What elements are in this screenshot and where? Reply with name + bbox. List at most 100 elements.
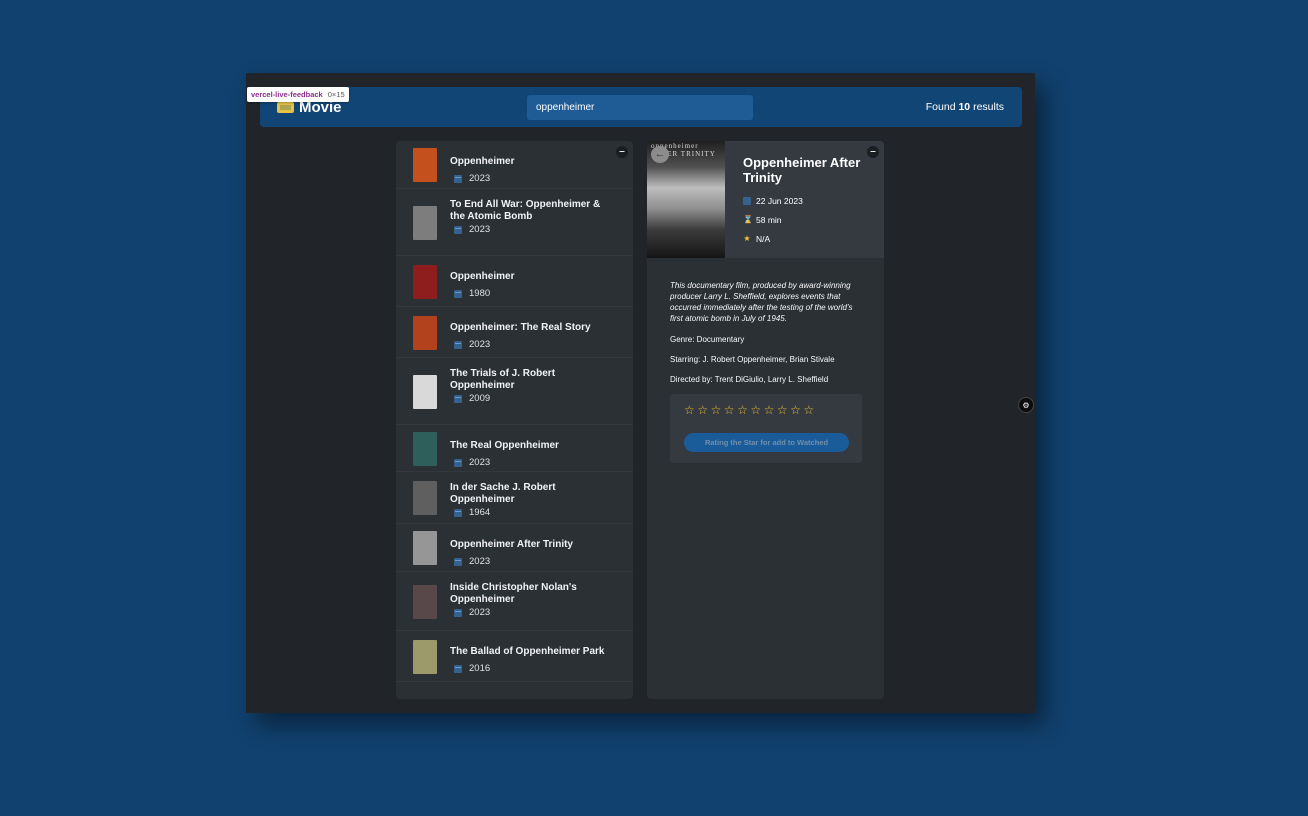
runtime: ⌛ 58 min (743, 215, 782, 225)
runtime-text: 58 min (756, 215, 782, 225)
rating-star-icon[interactable]: ☆ (790, 404, 801, 416)
movie-title: The Real Oppenheimer (450, 440, 559, 451)
movie-title: To End All War: Oppenheimer & the Atomic… (450, 199, 601, 222)
calendar-icon (454, 458, 462, 467)
movie-year-text: 2023 (469, 607, 491, 618)
debug-tag-name: vercel-live-feedback (251, 90, 323, 99)
calendar-icon (454, 289, 462, 298)
movie-poster (413, 639, 437, 674)
calendar-icon (454, 340, 462, 349)
debug-tag: vercel-live-feedback 0×15 (247, 87, 349, 102)
movie-year-text: 2009 (469, 393, 491, 404)
calendar-icon (454, 557, 462, 566)
star-rating: ☆ ☆ ☆ ☆ ☆ ☆ ☆ ☆ ☆ ☆ (684, 404, 814, 416)
movie-year: 2023 (450, 457, 490, 468)
movie-year: 2023 (450, 607, 490, 618)
movie-year: 2023 (450, 224, 490, 235)
calendar-icon (454, 508, 462, 517)
movie-title: The Ballad of Oppenheimer Park (450, 646, 605, 657)
movie-list-item[interactable]: The Real Oppenheimer 2023 (396, 425, 633, 472)
rating-star-icon[interactable]: ☆ (697, 404, 708, 416)
movie-year: 2023 (450, 556, 490, 567)
movie-title: Oppenheimer (450, 271, 515, 282)
app-window: Movie Found 10 results – Oppenheimer 2023… (246, 73, 1035, 713)
movie-list-item[interactable]: Oppenheimer 1980 (396, 256, 633, 307)
starring: Starring: J. Robert Oppenheimer, Brian S… (670, 355, 835, 364)
movie-poster (413, 205, 437, 240)
movie-list: – Oppenheimer 2023 To End All War: Oppenhe… (396, 141, 633, 699)
popcorn-icon (277, 102, 294, 113)
movie-year-text: 2023 (469, 556, 491, 567)
movie-list-item[interactable]: In der Sache J. Robert Oppenheimer 1964 (396, 472, 633, 524)
movie-year-text: 2016 (469, 663, 491, 674)
add-to-watched-button[interactable]: Rating the Star for add to Watched (684, 433, 849, 452)
rating-star-icon[interactable]: ☆ (750, 404, 761, 416)
movie-year-text: 2023 (469, 457, 491, 468)
movie-poster (413, 431, 437, 466)
movie-list-item[interactable]: To End All War: Oppenheimer & the Atomic… (396, 189, 633, 256)
movie-year: 2023 (450, 339, 490, 350)
detail-header: oppenheimer AFTER TRINITY ← Oppenheimer … (647, 141, 884, 258)
calendar-icon (454, 174, 462, 183)
calendar-icon (454, 664, 462, 673)
movie-year: 2009 (450, 393, 490, 404)
release-text: 22 Jun 2023 (756, 196, 803, 206)
movie-list-item[interactable]: Oppenheimer After Trinity 2023 (396, 524, 633, 572)
rating-text: N/A (756, 234, 771, 244)
results-suffix: results (970, 101, 1004, 113)
search-input[interactable] (527, 95, 753, 120)
movie-year-text: 2023 (469, 224, 491, 235)
movie-year: 2016 (450, 663, 490, 674)
movie-year: 1980 (450, 288, 490, 299)
calendar-icon (454, 608, 462, 617)
rating-star-icon[interactable]: ☆ (711, 404, 722, 416)
detail-title: Oppenheimer After Trinity (743, 155, 861, 185)
movie-title: Oppenheimer (450, 156, 515, 167)
genre: Genre: Documentary (670, 335, 745, 344)
directed-by: Directed by: Trent DiGiulio, Larry L. Sh… (670, 375, 829, 384)
calendar-icon (743, 197, 751, 205)
movie-title: Oppenheimer After Trinity (450, 539, 573, 550)
movie-year: 2023 (450, 173, 490, 184)
movie-detail: oppenheimer AFTER TRINITY ← Oppenheimer … (647, 141, 884, 699)
movie-year: 1964 (450, 507, 490, 518)
movie-title: Inside Christopher Nolan's Oppenheimer (450, 582, 577, 605)
movie-summary: This documentary film, produced by award… (670, 281, 853, 323)
movie-poster (413, 584, 437, 619)
rating-star-icon[interactable]: ☆ (684, 404, 695, 416)
rating-box: ☆ ☆ ☆ ☆ ☆ ☆ ☆ ☆ ☆ ☆ Rating the Star for add to Wa… (670, 394, 862, 463)
rating-star-icon[interactable]: ☆ (764, 404, 775, 416)
movie-title: In der Sache J. Robert Oppenheimer (450, 482, 556, 505)
movie-list-item[interactable]: The Ballad of Oppenheimer Park 2016 (396, 631, 633, 682)
rating-star-icon[interactable]: ☆ (737, 404, 748, 416)
rating: ★ N/A (743, 234, 770, 244)
back-button[interactable]: ← (651, 146, 669, 163)
movie-year-text: 2023 (469, 339, 491, 350)
calendar-icon (454, 225, 462, 234)
rating-star-icon[interactable]: ☆ (724, 404, 735, 416)
movie-list-item[interactable]: The Trials of J. Robert Oppenheimer 2009 (396, 358, 633, 425)
results-prefix: Found (925, 101, 959, 113)
movie-list-item[interactable]: Oppenheimer 2023 (396, 141, 633, 189)
release-date: 22 Jun 2023 (743, 196, 803, 206)
feedback-icon[interactable]: ⚙ (1018, 397, 1034, 413)
movie-list-item[interactable]: Inside Christopher Nolan's Oppenheimer 20… (396, 572, 633, 631)
results-number: 10 (958, 101, 971, 113)
rating-star-icon[interactable]: ☆ (803, 404, 814, 416)
movie-list-item[interactable]: Oppenheimer: The Real Story 2023 (396, 307, 633, 358)
close-detail-button[interactable]: – (867, 146, 879, 158)
movie-year-text: 2023 (469, 173, 491, 184)
movie-title: Oppenheimer: The Real Story (450, 322, 591, 333)
rating-star-icon[interactable]: ☆ (777, 404, 788, 416)
movie-poster (413, 315, 437, 350)
calendar-icon (454, 394, 462, 403)
hourglass-icon: ⌛ (743, 215, 753, 224)
movie-poster (413, 264, 437, 299)
movie-year-text: 1980 (469, 288, 491, 299)
star-icon: ★ (743, 234, 751, 243)
movie-poster (413, 531, 437, 565)
navbar: Movie Found 10 results (260, 87, 1022, 127)
debug-tag-size: 0×15 (327, 90, 345, 99)
movie-title: The Trials of J. Robert Oppenheimer (450, 368, 556, 391)
movie-poster (413, 148, 437, 182)
